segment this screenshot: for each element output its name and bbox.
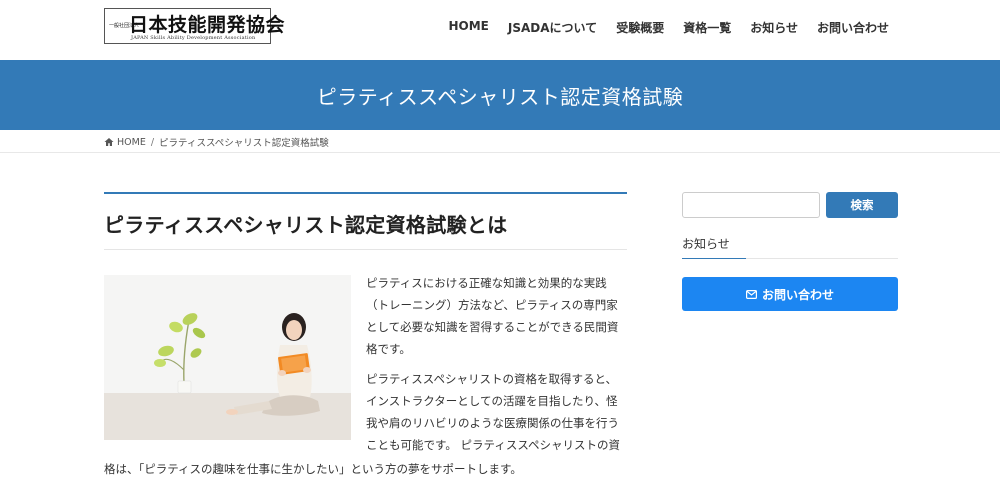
envelope-icon xyxy=(745,289,757,299)
breadcrumb-separator: / xyxy=(150,136,155,148)
search-form: 検索 xyxy=(682,192,898,218)
nav-qualifications[interactable]: 資格一覧 xyxy=(683,19,731,36)
breadcrumb-home-link[interactable]: HOME xyxy=(117,137,146,148)
logo-subtitle: JAPAN Skills Ability Development Associa… xyxy=(131,35,256,41)
breadcrumb: HOME / ピラティススペシャリスト認定資格試験 xyxy=(0,130,1000,153)
news-widget-title: お知らせ xyxy=(682,235,898,259)
page-title: ピラティススペシャリスト認定資格試験 xyxy=(316,84,684,109)
article-photo xyxy=(104,275,351,440)
nav-about[interactable]: JSADAについて xyxy=(508,19,597,36)
paragraph-benefits: ピラティススペシャリストの資格を取得すると、インストラクターとしての活躍を目指し… xyxy=(366,372,621,452)
article-body: ピラティスにおける正確な知識と効果的な実践（トレーニング）方法など、ピラティスの… xyxy=(366,272,627,464)
nav-news[interactable]: お知らせ xyxy=(750,19,798,36)
breadcrumb-current: ピラティススペシャリスト認定資格試験 xyxy=(159,138,329,149)
page-title-band: ピラティススペシャリスト認定資格試験 xyxy=(0,60,1000,130)
sidebar: 検索 お知らせ お問い合わせ xyxy=(682,192,898,311)
logo-name: 日本技能開発協会 xyxy=(129,14,286,36)
entry-title: ピラティススペシャリスト認定資格試験とは xyxy=(104,192,627,250)
nav-exam-overview[interactable]: 受験概要 xyxy=(616,19,664,36)
main-content: ピラティススペシャリスト認定資格試験とは ピラティスにおける正確な知識と効果的な… xyxy=(104,192,627,476)
paragraph-intro: ピラティスにおける正確な知識と効果的な実践（トレーニング）方法など、ピラティスの… xyxy=(366,276,619,356)
woman-reading-illustration xyxy=(104,275,351,440)
search-button[interactable]: 検索 xyxy=(826,192,898,218)
nav-home[interactable]: HOME xyxy=(449,19,489,36)
site-logo[interactable]: 一般社団法人 日本技能開発協会 JAPAN Skills Ability Dev… xyxy=(104,8,285,44)
home-icon xyxy=(104,138,114,146)
contact-button[interactable]: お問い合わせ xyxy=(682,277,898,311)
search-input[interactable] xyxy=(682,192,820,218)
paragraph-benefits-end: 格は、「ピラティスの趣味を仕事に生かしたい」という方の夢をサポートします。 xyxy=(104,462,522,476)
global-nav: HOME JSADAについて 受験概要 資格一覧 お知らせ お問い合わせ xyxy=(430,19,890,36)
site-header: 一般社団法人 日本技能開発協会 JAPAN Skills Ability Dev… xyxy=(0,0,1000,60)
nav-contact[interactable]: お問い合わせ xyxy=(817,19,889,36)
entry-heading: ピラティススペシャリスト認定資格試験とは xyxy=(104,213,508,237)
contact-button-label: お問い合わせ xyxy=(761,287,834,302)
